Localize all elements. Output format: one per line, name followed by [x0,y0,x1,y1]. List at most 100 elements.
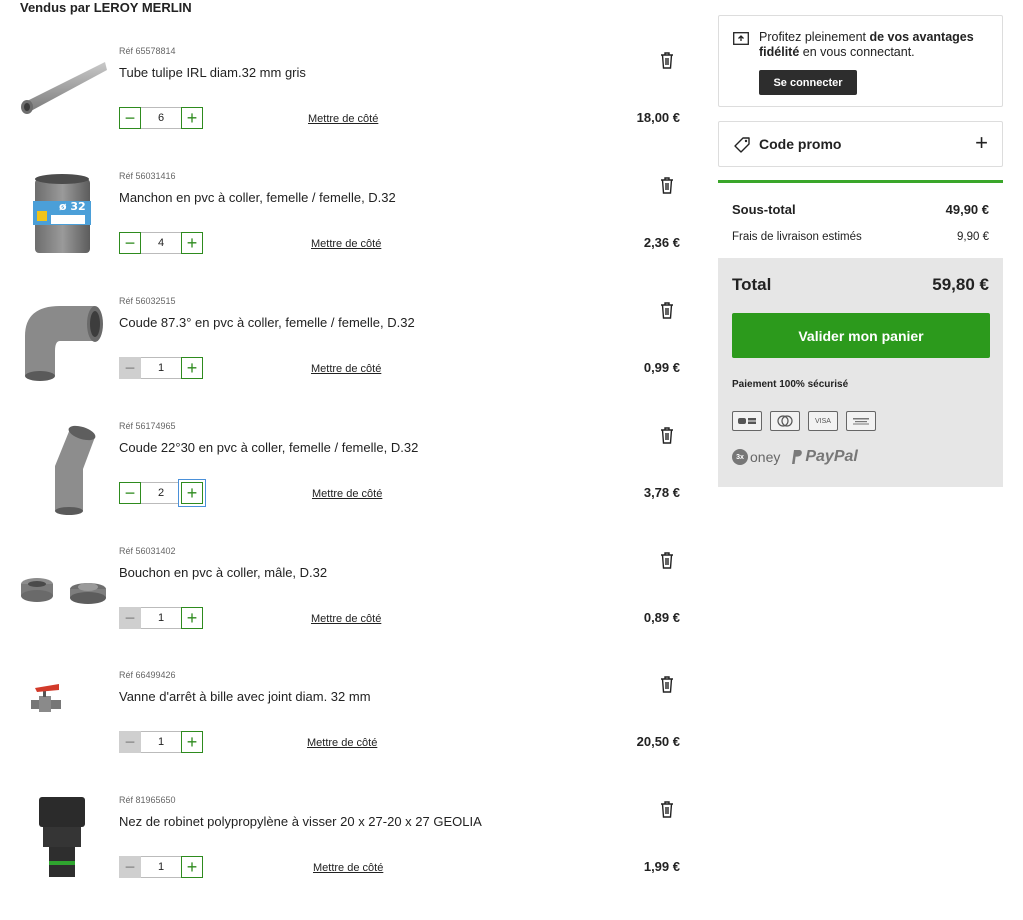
quantity-input[interactable] [141,607,181,629]
decrease-qty-button[interactable]: − [119,232,141,254]
total-label: Total [732,275,772,294]
save-for-later-link[interactable]: Mettre de côté [307,737,377,749]
product-ref: Réf 66499426 [119,670,176,680]
trash-icon[interactable] [658,300,676,320]
trash-icon[interactable] [658,425,676,445]
quantity-stepper: − + [119,106,203,130]
promo-code-label: Code promo [759,136,842,152]
save-for-later-link[interactable]: Mettre de côté [308,113,378,125]
quantity-input[interactable] [141,856,181,878]
cart-item: Réf 56174965 Coude 22°30 en pvc à coller… [0,421,700,546]
cart-item: Réf 56031402 Bouchon en pvc à coller, mâ… [0,546,700,671]
cart-item: Réf 66499426 Vanne d'arrêt à bille avec … [0,670,700,795]
increase-qty-button[interactable]: + [181,107,203,129]
trash-icon[interactable] [658,50,676,70]
cart-item: Réf 65578814 Tube tulipe IRL diam.32 mm … [0,46,700,171]
product-ref: Réf 56032515 [119,296,176,306]
increase-qty-button[interactable]: + [181,607,203,629]
save-for-later-link[interactable]: Mettre de côté [312,488,382,500]
product-name[interactable]: Nez de robinet polypropylène à visser 20… [119,814,482,829]
decrease-qty-button[interactable]: − [119,607,141,629]
quantity-input[interactable] [141,107,181,129]
quantity-stepper: − + [119,730,203,754]
promo-code-toggle[interactable]: Code promo + [718,121,1003,167]
mastercard-icon [770,411,800,431]
save-for-later-link[interactable]: Mettre de côté [311,238,381,250]
quantity-input[interactable] [141,232,181,254]
product-image [55,425,96,515]
increase-qty-button[interactable]: + [181,232,203,254]
item-price: 2,36 € [643,235,680,250]
item-price: 0,89 € [643,610,680,625]
oney-text: oney [750,449,781,465]
item-price: 3,78 € [643,485,680,500]
amex-icon [846,411,876,431]
item-price: 1,99 € [643,859,680,874]
paypal-logo: PayPal [790,448,858,466]
cart-item: Réf 56032515 Coude 87.3° en pvc à coller… [0,296,700,421]
product-ref: Réf 65578814 [119,46,176,56]
increase-qty-button[interactable]: + [181,731,203,753]
paypal-text: PayPal [805,448,858,465]
trash-icon[interactable] [658,674,676,694]
cb-card-icon [732,411,762,431]
decrease-qty-button[interactable]: − [119,107,141,129]
product-image [21,578,106,604]
product-ref: Réf 56174965 [119,421,176,431]
product-name[interactable]: Vanne d'arrêt à bille avec joint diam. 3… [119,689,371,704]
increase-qty-button[interactable]: + [181,856,203,878]
quantity-stepper: − + [119,855,203,879]
oney-logo: 3x oney [732,449,780,465]
quantity-input[interactable] [141,357,181,379]
quantity-stepper: − + [119,356,203,380]
product-image [39,797,85,877]
loyalty-message: Profitez pleinement de vos avantages fid… [759,30,974,59]
decrease-qty-button[interactable]: − [119,856,141,878]
trash-icon[interactable] [658,550,676,570]
quantity-input[interactable] [141,482,181,504]
login-icon [733,32,749,45]
visa-icon: VISA [808,411,838,431]
product-image [21,62,107,114]
decrease-qty-button[interactable]: − [119,731,141,753]
product-ref: Réf 56031402 [119,546,176,556]
trash-icon[interactable] [658,175,676,195]
alt-payments: 3x oney PayPal [732,448,858,466]
save-for-later-link[interactable]: Mettre de côté [311,613,381,625]
product-name[interactable]: Manchon en pvc à coller, femelle / femel… [119,190,396,205]
subtotal-section: Sous-total 49,90 € Frais de livraison es… [718,180,1003,258]
secure-payment-label: Paiement 100% sécurisé [732,379,849,390]
order-summary: Sous-total 49,90 € Frais de livraison es… [718,180,1003,487]
trash-icon[interactable] [658,799,676,819]
oney-badge: 3x [732,449,748,465]
plus-icon: + [975,130,988,155]
shipping-label: Frais de livraison estimés [732,231,862,243]
svg-text:ø 32: ø 32 [59,200,86,213]
shipping-value: 9,90 € [957,231,989,243]
save-for-later-link[interactable]: Mettre de côté [311,363,381,375]
quantity-stepper: − + [119,606,203,630]
product-name[interactable]: Coude 22°30 en pvc à coller, femelle / f… [119,440,418,455]
save-for-later-link[interactable]: Mettre de côté [313,862,383,874]
validate-cart-button[interactable]: Valider mon panier [732,313,990,358]
increase-qty-button[interactable]: + [181,357,203,379]
product-ref: Réf 56031416 [119,171,176,181]
quantity-input[interactable] [141,731,181,753]
product-image: ø 32 [33,174,91,253]
quantity-stepper: − + [119,481,203,505]
loyalty-login-box: Profitez pleinement de vos avantages fid… [718,15,1003,107]
increase-qty-button[interactable]: + [181,482,203,504]
product-name[interactable]: Bouchon en pvc à coller, mâle, D.32 [119,565,327,580]
login-button[interactable]: Se connecter [759,70,857,95]
decrease-qty-button[interactable]: − [119,357,141,379]
product-name[interactable]: Coude 87.3° en pvc à coller, femelle / f… [119,315,415,330]
decrease-qty-button[interactable]: − [119,482,141,504]
subtotal-value: 49,90 € [945,202,989,217]
subtotal-label: Sous-total [732,202,796,217]
total-value: 59,80 € [932,275,989,294]
cart-item: ø 32 Réf 56031416 Manchon en pvc à colle… [0,171,700,296]
product-name[interactable]: Tube tulipe IRL diam.32 mm gris [119,65,306,80]
item-price: 0,99 € [643,360,680,375]
cart-item: Réf 81965650 Nez de robinet polypropylèn… [0,795,700,920]
paypal-icon [792,450,803,464]
